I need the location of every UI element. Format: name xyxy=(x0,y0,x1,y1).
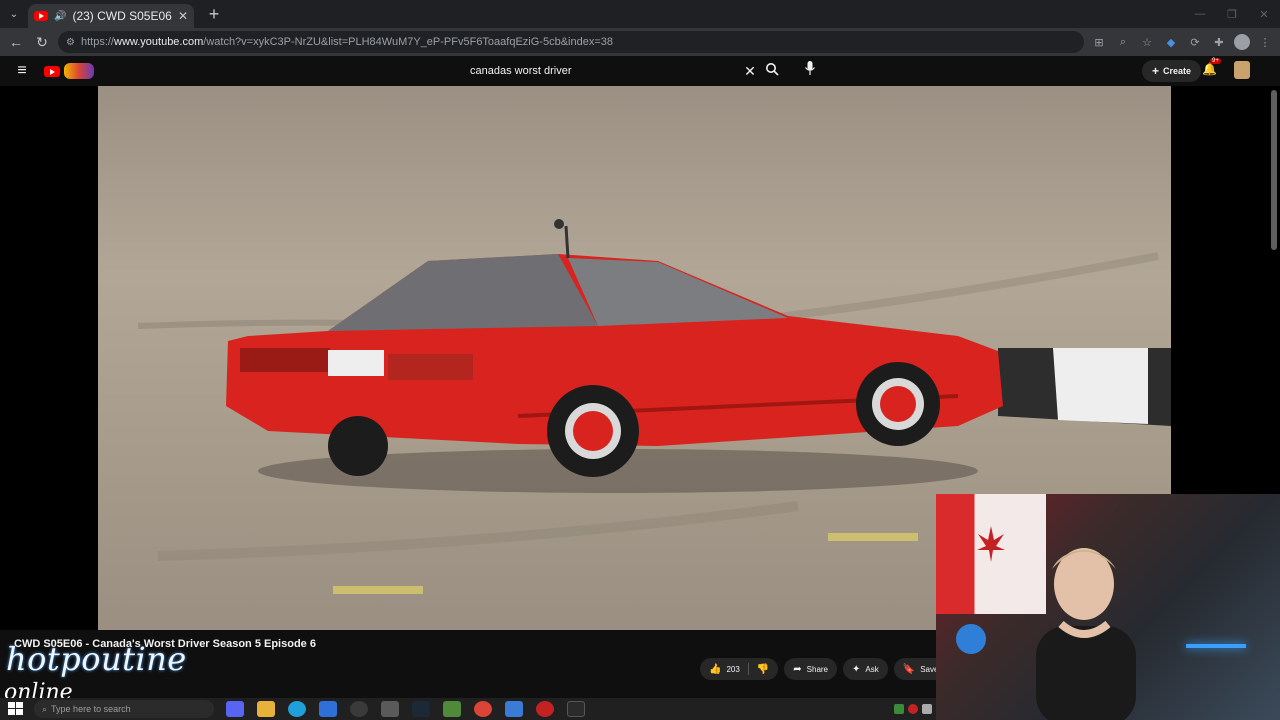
cannabis-leaf-icon xyxy=(977,526,1005,562)
taskbar-apps xyxy=(226,701,585,717)
extensions-puzzle-icon[interactable]: ✚ xyxy=(1210,33,1228,51)
system-tray xyxy=(894,704,932,714)
extension-icon[interactable]: ◆ xyxy=(1162,33,1180,51)
search-icon[interactable] xyxy=(763,62,781,80)
url-text[interactable]: https://www.youtube.com/watch?v=xykC3P-N… xyxy=(81,36,1076,48)
led-light-strip xyxy=(1186,644,1246,648)
taskbar-search-icon: ⌕ xyxy=(42,703,48,714)
zoom-icon[interactable]: ⌕ xyxy=(1114,33,1132,51)
account-avatar[interactable] xyxy=(1234,61,1250,79)
taskbar-search-placeholder: Type here to search xyxy=(51,704,131,714)
browser-menu-icon[interactable]: ⋮ xyxy=(1256,33,1274,51)
share-button[interactable]: ➦ Share xyxy=(784,658,838,680)
audio-playing-icon[interactable]: 🔊 xyxy=(54,11,66,22)
discord-icon[interactable] xyxy=(226,701,244,717)
browser-tabstrip: ⌄ 🔊 (23) CWD S05E06 - Canada's ✕ + — ❐ ✕ xyxy=(0,0,1280,28)
tray-green-icon[interactable] xyxy=(894,704,904,714)
notifications-bell-icon[interactable]: 🔔 9+ xyxy=(1202,58,1221,80)
browser-toolbar: ← ↻ ⚙ https://www.youtube.com/watch?v=xy… xyxy=(0,28,1280,56)
microphone-icon[interactable] xyxy=(800,60,820,80)
reload-icon[interactable]: ↻ xyxy=(32,32,52,52)
thumbs-down-icon[interactable]: 👎 xyxy=(757,664,769,675)
thumbs-up-icon: 👍 xyxy=(709,663,722,675)
page-scrollbar[interactable] xyxy=(1271,90,1277,250)
app-blue-icon[interactable] xyxy=(319,701,337,717)
browser-tab-active[interactable]: 🔊 (23) CWD S05E06 - Canada's ✕ xyxy=(28,4,194,28)
tab-title: (23) CWD S05E06 - Canada's xyxy=(72,9,172,23)
clear-search-icon[interactable]: ✕ xyxy=(740,63,760,80)
bookmark-icon: 🔖 xyxy=(902,663,916,675)
settings-gear-icon[interactable] xyxy=(381,701,399,717)
tray-red-icon[interactable] xyxy=(908,704,918,714)
tab-list-chevron-icon[interactable]: ⌄ xyxy=(0,0,28,28)
address-bar[interactable]: ⚙ https://www.youtube.com/watch?v=xykC3P… xyxy=(58,31,1084,53)
window-controls: — ❐ ✕ xyxy=(1184,8,1280,21)
chrome-icon[interactable] xyxy=(474,701,492,717)
sync-icon[interactable]: ⟳ xyxy=(1186,33,1204,51)
streamer-logo: hotpoutine xyxy=(6,640,187,678)
youtube-logo-icon[interactable] xyxy=(44,65,60,77)
notification-badge: 9+ xyxy=(1210,58,1221,64)
app-blue2-icon[interactable] xyxy=(505,701,523,717)
plus-icon: + xyxy=(1152,64,1160,78)
windows-taskbar: ⌕ Type here to search xyxy=(0,698,936,720)
video-actions: 👍 203 👎 ➦ Share ✦ Ask 🔖 Save xyxy=(700,658,948,680)
create-button[interactable]: + Create xyxy=(1142,60,1202,82)
back-arrow-icon[interactable]: ← xyxy=(6,32,26,52)
like-count: 203 xyxy=(726,664,740,674)
edge-icon[interactable] xyxy=(288,701,306,717)
streamer-webcam xyxy=(936,494,1280,720)
steam-icon[interactable] xyxy=(412,701,430,717)
youtube-masthead: ≡ canadas worst driver ✕ + Create 🔔 9+ xyxy=(0,56,1280,86)
taskbar-search-box[interactable]: ⌕ Type here to search xyxy=(34,700,214,718)
create-label: Create xyxy=(1163,66,1192,76)
share-label: Share xyxy=(806,664,829,674)
tab-close-icon[interactable]: ✕ xyxy=(178,9,188,23)
tray-white-icon[interactable] xyxy=(922,704,932,714)
guide-menu-icon[interactable]: ≡ xyxy=(0,62,44,80)
minecraft-icon[interactable] xyxy=(443,701,461,717)
obs-icon[interactable] xyxy=(350,701,368,717)
search-box[interactable]: canadas worst driver ✕ xyxy=(460,58,760,84)
ask-label: Ask xyxy=(865,664,879,674)
profile-avatar[interactable] xyxy=(1234,34,1250,50)
minimize-button[interactable]: — xyxy=(1184,8,1216,21)
windows-start-icon[interactable] xyxy=(6,702,26,716)
new-tab-button[interactable]: + xyxy=(202,2,226,26)
youtube-doodle-logo[interactable] xyxy=(64,63,94,79)
share-arrow-icon: ➦ xyxy=(793,663,802,675)
blue-lamp xyxy=(956,624,986,654)
maximize-button[interactable]: ❐ xyxy=(1216,8,1248,21)
like-button[interactable]: 👍 203 👎 xyxy=(700,658,779,680)
sparkle-icon: ✦ xyxy=(852,663,861,675)
install-app-icon[interactable]: ⊞ xyxy=(1090,33,1108,51)
search-input[interactable]: canadas worst driver xyxy=(460,65,740,77)
bookmark-star-icon[interactable]: ☆ xyxy=(1138,33,1156,51)
file-explorer-icon[interactable] xyxy=(257,701,275,717)
ask-button[interactable]: ✦ Ask xyxy=(843,658,888,680)
streamer-figure xyxy=(1036,548,1136,720)
app-red-icon[interactable] xyxy=(536,701,554,717)
close-window-button[interactable]: ✕ xyxy=(1248,8,1280,21)
site-info-icon[interactable]: ⚙ xyxy=(66,37,75,48)
app-dark-icon[interactable] xyxy=(567,701,585,717)
youtube-favicon-icon xyxy=(34,11,48,21)
